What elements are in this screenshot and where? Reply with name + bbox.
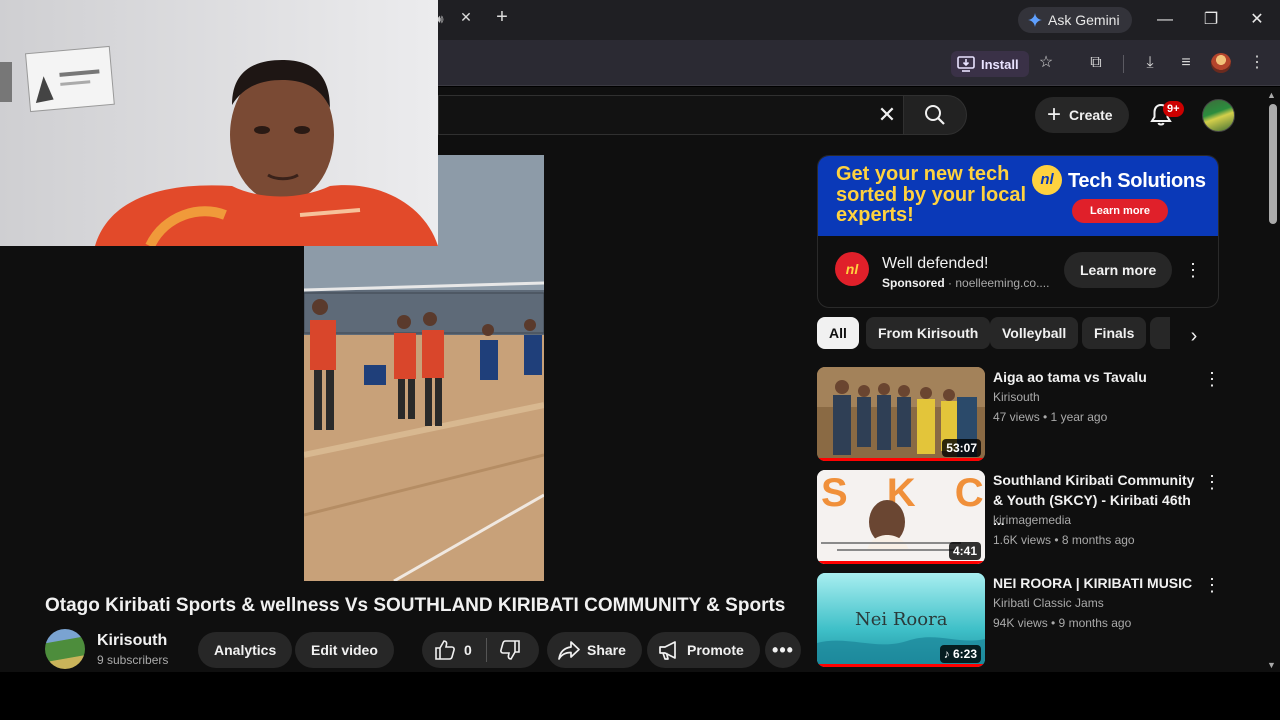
search-icon [925, 105, 945, 125]
webcam-image [0, 0, 438, 246]
watch-progress-bar [817, 664, 985, 667]
plus-icon: + [1047, 101, 1062, 128]
create-label: Create [1069, 107, 1113, 123]
related-menu-icon[interactable]: ⋮ [1203, 574, 1221, 596]
profile-avatar[interactable] [1211, 53, 1231, 73]
chip-all[interactable]: All [817, 317, 859, 349]
related-menu-icon[interactable]: ⋮ [1203, 471, 1221, 493]
analytics-button[interactable]: Analytics [198, 632, 293, 668]
megaphone-icon [659, 641, 676, 660]
share-button[interactable]: Share [547, 632, 642, 668]
thumbs-up-icon [435, 640, 455, 660]
restore-icon[interactable]: ❐ [1199, 8, 1223, 32]
analytics-label: Analytics [214, 642, 277, 658]
video-duration: ♪ 6:23 [939, 645, 981, 663]
install-app-icon [957, 56, 975, 72]
dislike-button[interactable] [487, 639, 521, 661]
video-duration: 53:07 [942, 439, 981, 457]
related-title[interactable]: NEI ROORA | KIRIBATI MUSIC [993, 573, 1198, 593]
chip-overflow [1150, 317, 1170, 349]
ad-banner[interactable]: Get your new tech sorted by your local e… [818, 156, 1218, 236]
like-button[interactable]: 0 [422, 639, 486, 661]
clear-search-icon[interactable]: ✕ [874, 102, 900, 128]
related-menu-icon[interactable]: ⋮ [1203, 368, 1221, 390]
more-horizontal-icon: ••• [772, 639, 794, 660]
related-thumbnail[interactable]: 53:07 [817, 367, 985, 461]
thumbnail-skcy-text: S K C Y [821, 471, 985, 515]
bottom-black-bar [0, 672, 1280, 720]
ad-brand-name: Tech Solutions [1068, 170, 1206, 192]
advertiser-logo: nl [835, 252, 869, 286]
thumbnail-nei-roora-text: Nei Roora [855, 609, 948, 630]
video-title: Otago Kiribati Sports & wellness Vs SOUT… [45, 595, 786, 616]
related-channel[interactable]: Kiribati Classic Jams [993, 596, 1104, 610]
edit-video-label: Edit video [311, 642, 378, 658]
media-queue-icon[interactable]: ≡ [1175, 52, 1197, 74]
chevron-right-icon[interactable]: › [1180, 322, 1208, 350]
ad-banner-learn-more[interactable]: Learn more [1072, 199, 1168, 223]
like-count: 0 [464, 642, 472, 658]
related-title[interactable]: Aiga ao tama vs Tavalu [993, 367, 1198, 387]
related-thumbnail[interactable]: Nei Roora ♪ 6:23 [817, 573, 985, 667]
promote-button[interactable]: Promote [647, 632, 760, 668]
screen-search-icon[interactable]: ⧉ [1085, 52, 1107, 74]
ad-brand-logo: nl [1032, 165, 1062, 195]
ad-domain: noelleeming.co.... [955, 276, 1050, 290]
download-icon[interactable]: ⤓ [1139, 52, 1161, 74]
share-icon [558, 641, 580, 660]
channel-name[interactable]: Kirisouth [97, 632, 167, 650]
toolbar-separator [1123, 55, 1124, 73]
related-thumbnail[interactable]: S K C Y 4:41 [817, 470, 985, 564]
promote-label: Promote [687, 642, 744, 658]
ad-title: Well defended! [882, 255, 989, 272]
scroll-down-arrow-icon[interactable]: ▼ [1267, 660, 1276, 670]
new-tab-icon[interactable]: + [492, 6, 512, 32]
related-meta: 47 views • 1 year ago [993, 410, 1108, 424]
share-label: Share [587, 642, 626, 658]
create-button[interactable]: + Create [1035, 97, 1129, 133]
more-actions-button[interactable]: ••• [765, 632, 801, 668]
scroll-up-arrow-icon[interactable]: ▲ [1267, 90, 1276, 100]
ask-gemini-label: Ask Gemini [1048, 12, 1120, 28]
related-meta: 94K views • 9 months ago [993, 616, 1132, 630]
tab-close-icon[interactable]: ✕ [458, 9, 474, 29]
webcam-overlay [0, 0, 438, 246]
edit-video-button[interactable]: Edit video [295, 632, 394, 668]
gemini-star-icon [1028, 13, 1042, 27]
install-label: Install [981, 56, 1019, 72]
ad-meta: Sponsored · noelleeming.co.... [882, 276, 1050, 290]
channel-avatar[interactable] [45, 629, 85, 669]
notification-badge: 9+ [1163, 101, 1184, 117]
related-channel[interactable]: kirimagemedia [993, 513, 1071, 527]
ad-menu-icon[interactable]: ⋮ [1184, 258, 1202, 282]
subscriber-count: 9 subscribers [97, 653, 169, 667]
chip-from-kirisouth[interactable]: From Kirisouth [866, 317, 991, 349]
search-input[interactable] [438, 95, 904, 135]
related-meta: 1.6K views • 8 months ago [993, 533, 1135, 547]
scrollbar-thumb[interactable] [1269, 104, 1277, 224]
watch-progress-bar [817, 561, 985, 564]
related-channel[interactable]: Kirisouth [993, 390, 1040, 404]
minimize-icon[interactable]: — [1153, 8, 1177, 32]
ad-headline: Get your new tech sorted by your local e… [836, 163, 1027, 226]
star-icon[interactable]: ☆ [1035, 52, 1057, 74]
ad-learn-more-button[interactable]: Learn more [1064, 252, 1173, 288]
sponsored-label: Sponsored [882, 276, 945, 290]
watch-progress-bar [817, 458, 985, 461]
thumbs-down-icon [500, 640, 520, 660]
chip-volleyball[interactable]: Volleyball [990, 317, 1079, 349]
video-duration: 4:41 [948, 542, 981, 560]
account-avatar[interactable] [1202, 99, 1235, 132]
kebab-menu-icon[interactable]: ⋮ [1246, 52, 1268, 74]
close-icon[interactable]: ✕ [1245, 8, 1269, 32]
ask-gemini-button[interactable]: Ask Gemini [1018, 7, 1132, 33]
search-button[interactable] [903, 95, 967, 135]
install-button[interactable]: Install [951, 51, 1029, 77]
music-note-icon: ♪ [943, 647, 953, 661]
sponsored-ad-card[interactable]: Get your new tech sorted by your local e… [817, 155, 1219, 308]
duration-value: 6:23 [952, 647, 977, 661]
chip-finals[interactable]: Finals [1082, 317, 1147, 349]
like-dislike-group: 0 [422, 632, 539, 668]
